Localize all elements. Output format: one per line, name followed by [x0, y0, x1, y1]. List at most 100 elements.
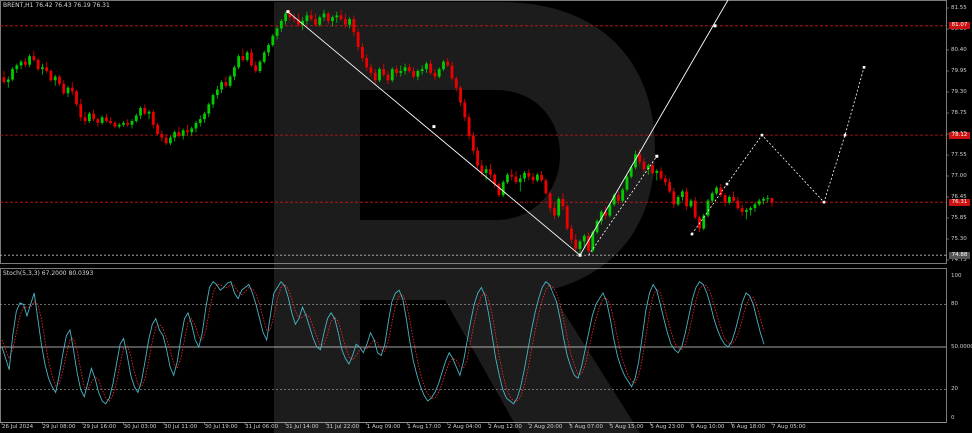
candle-body	[228, 76, 232, 86]
candle-body	[352, 19, 356, 33]
candle-body	[450, 65, 454, 79]
candle-body	[681, 191, 684, 197]
candle-body	[476, 150, 479, 166]
time-axis-label: 1 Aug 09:00	[366, 424, 401, 430]
stoch-tick-label: 20	[951, 386, 958, 393]
candle-body	[582, 235, 586, 242]
candle-body	[356, 32, 360, 47]
candle-body	[429, 63, 433, 73]
price-tick-label: 79.95	[951, 67, 967, 74]
candle-body	[531, 176, 535, 181]
candle-body	[198, 119, 202, 123]
time-axis-label: 5 Aug 07:00	[569, 424, 603, 430]
candle-body	[745, 209, 748, 212]
forecast-point	[690, 232, 694, 236]
candle-body	[668, 182, 671, 192]
time-axis-label: 31 Jul 14:00	[285, 424, 319, 430]
candle-body	[732, 197, 735, 201]
candle-body	[651, 165, 654, 173]
candle-body	[186, 130, 189, 133]
time-axis-label: 6 Aug 10:00	[690, 424, 725, 430]
candle-body	[437, 69, 441, 77]
candle-body	[335, 15, 339, 18]
forecast-point	[843, 133, 847, 137]
candle-body	[740, 208, 744, 212]
candle-body	[151, 111, 155, 125]
candle-body	[365, 58, 369, 68]
price-tick-label: 77.00	[951, 172, 967, 179]
candle-body	[92, 113, 95, 120]
candle-body	[36, 59, 40, 70]
candle-body	[395, 69, 398, 73]
time-axis-label: 26 Jul 2024	[2, 424, 34, 430]
wave-point	[578, 253, 582, 257]
candle-body	[156, 124, 159, 134]
candle-body	[220, 82, 223, 90]
candle-body	[403, 67, 407, 71]
candle-body	[314, 19, 317, 25]
candle-body	[433, 72, 437, 77]
candle-body	[471, 135, 475, 151]
candle-body	[510, 174, 514, 177]
candle-body	[284, 13, 287, 21]
price-tick-label: 75.30	[951, 235, 967, 242]
price-level-tag: 81.07	[949, 22, 970, 30]
candle-body	[672, 191, 676, 205]
candle-body	[49, 71, 53, 81]
candle-body	[578, 241, 582, 249]
candle-body	[723, 195, 727, 203]
candle-body	[173, 132, 177, 138]
candle-body	[501, 182, 505, 196]
wave-point	[655, 154, 659, 158]
candle-body	[642, 161, 646, 170]
candle-body	[407, 67, 411, 71]
candle-body	[262, 52, 266, 62]
candle-body	[425, 63, 428, 70]
candle-body	[463, 102, 467, 118]
candle-body	[113, 122, 117, 127]
candle-body	[139, 108, 142, 116]
candle-body	[254, 65, 258, 71]
candle-body	[399, 71, 403, 73]
candle-body	[762, 198, 765, 201]
candle-body	[28, 56, 31, 65]
candle-body	[275, 28, 279, 36]
price-tick-label: 79.30	[951, 88, 967, 95]
candle-body	[617, 195, 620, 201]
forecast-point	[822, 200, 826, 204]
candle-body	[348, 19, 351, 25]
candle-body	[181, 130, 185, 136]
time-axis-label: 30 Jul 11:00	[164, 424, 198, 430]
candle-body	[233, 67, 236, 77]
candle-body	[514, 176, 518, 183]
candle-body	[736, 200, 740, 209]
candle-body	[412, 71, 415, 77]
candle-body	[442, 61, 445, 70]
candle-body	[143, 108, 147, 114]
time-axis-label: 30 Jul 03:00	[123, 424, 157, 430]
candle-body	[693, 200, 697, 218]
candle-body	[548, 193, 552, 209]
stoch-header: Stoch(5,3,3) 67.2000 80.0393	[3, 270, 94, 277]
forecast-point	[760, 133, 764, 137]
time-axis-label: 31 Jul 22:00	[326, 424, 360, 430]
candle-body	[267, 45, 270, 53]
candle-body	[535, 174, 539, 181]
candle-body	[53, 76, 57, 81]
candle-body	[245, 52, 249, 60]
candle-body	[663, 178, 667, 183]
stoch-d-line	[1, 283, 765, 402]
stoch-k-line	[1, 280, 765, 405]
candle-body	[224, 82, 228, 86]
candle-body	[326, 13, 330, 21]
symbol-label: BRENT,H1	[3, 2, 34, 9]
candle-body	[62, 83, 66, 94]
price-tick-label: 78.75	[951, 109, 967, 116]
price-level-tag: 76.31	[949, 198, 970, 206]
candle-body	[676, 197, 680, 205]
time-axis-label: 2 Aug 04:00	[447, 424, 482, 430]
price-tick-label: 75.85	[951, 214, 967, 221]
candle-body	[126, 122, 130, 125]
forecast-point	[725, 182, 729, 186]
candle-body	[553, 208, 556, 216]
